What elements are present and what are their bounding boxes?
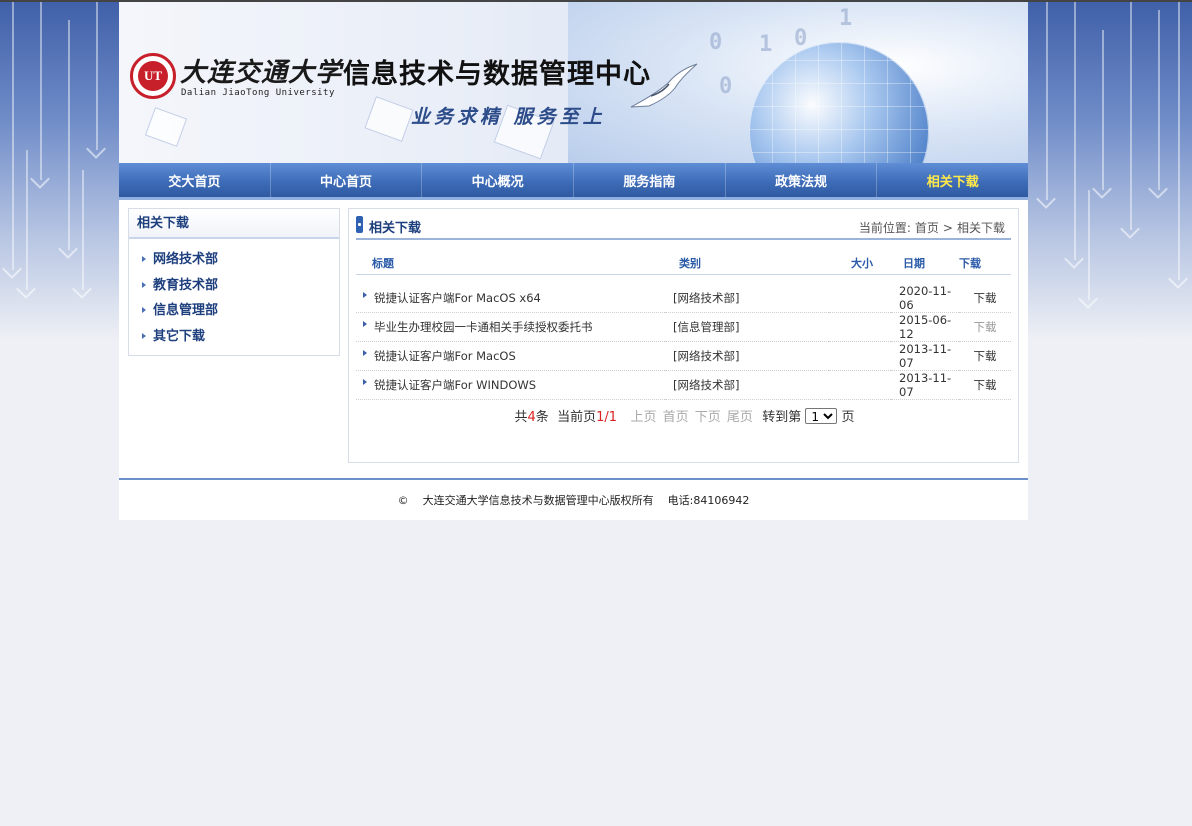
column-header-download: 下载 xyxy=(959,252,1011,275)
row-download-link[interactable]: 下载 xyxy=(974,291,997,305)
footer-phone: 电话:84106942 xyxy=(667,494,750,507)
table-row: 锐捷认证客户端For MacOS [网络技术部] 2013-11-07 下载 xyxy=(356,341,1011,371)
sidebar-item-edu-tech[interactable]: 教育技术部 xyxy=(139,275,339,301)
footer: © 大连交通大学信息技术与数据管理中心版权所有 电话:84106942 xyxy=(119,478,1028,520)
site-title: 信息技术与数据管理中心 xyxy=(343,59,651,90)
breadcrumb-home-link[interactable]: 首页 xyxy=(915,221,939,235)
column-header-size: 大小 xyxy=(829,252,891,275)
breadcrumb-prefix: 当前位置: xyxy=(858,221,911,235)
sidebar-item-other-downloads[interactable]: 其它下载 xyxy=(139,326,339,352)
breadcrumb-separator: > xyxy=(942,221,953,235)
row-date: 2020-11-06 xyxy=(891,284,959,313)
nav-item-service-guide[interactable]: 服务指南 xyxy=(574,163,726,197)
pager-total-prefix: 共 xyxy=(514,410,528,425)
decorative-arrows-right xyxy=(1028,0,1192,330)
content-area: 相关下载 网络技术部 教育技术部 信息管理部 其它下载 相关下载 当前位置: 首页… xyxy=(119,200,1028,478)
pagination: 共4条 当前页1/1 上页 首页 下页 尾页 转到第 1 页 xyxy=(349,406,1020,425)
page-container: 0 1 0 0 1 UT 大连交通大学 Dalian JiaoTong Univ… xyxy=(119,2,1028,520)
row-title-link[interactable]: 锐捷认证客户端For MacOS xyxy=(356,341,665,371)
row-download-link[interactable]: 下载 xyxy=(974,320,997,334)
pager-goto-select[interactable]: 1 xyxy=(805,408,838,424)
university-name-cn: 大连交通大学 xyxy=(180,58,343,88)
nav-item-center-home[interactable]: 中心首页 xyxy=(271,163,423,197)
table-row: 锐捷认证客户端For MacOS x64 [网络技术部] 2020-11-06 … xyxy=(356,284,1011,313)
sidebar-list: 网络技术部 教育技术部 信息管理部 其它下载 xyxy=(129,239,339,351)
row-category: [信息管理部] xyxy=(665,312,829,342)
row-title-link[interactable]: 毕业生办理校园一卡通相关手续授权委托书 xyxy=(356,312,665,342)
nav-item-university-home[interactable]: 交大首页 xyxy=(119,163,271,197)
download-table: 标题 类别 大小 日期 下载 锐捷认证客户端For MacOS x64 [网络技… xyxy=(356,252,1011,400)
row-size xyxy=(829,284,891,313)
sidebar-item-info-mgmt[interactable]: 信息管理部 xyxy=(139,300,339,326)
site-slogan: 业务求精 服务至上 xyxy=(411,106,606,128)
row-date: 2013-11-07 xyxy=(891,341,959,371)
pager-next-link[interactable]: 下页 xyxy=(695,410,721,425)
row-download-link[interactable]: 下载 xyxy=(974,378,997,392)
main-title: 相关下载 xyxy=(369,221,422,236)
row-title-link[interactable]: 锐捷认证客户端For MacOS x64 xyxy=(356,284,665,313)
footer-copyright-symbol: © xyxy=(397,493,409,507)
main-panel: 相关下载 当前位置: 首页 > 相关下载 标题 类别 大小 日期 下载 锐捷认证… xyxy=(348,208,1019,463)
pager-goto-suffix: 页 xyxy=(841,410,855,425)
column-header-date: 日期 xyxy=(891,252,959,275)
row-date: 2015-06-12 xyxy=(891,312,959,342)
row-category: [网络技术部] xyxy=(665,370,829,400)
pager-total-count: 4 xyxy=(527,410,536,425)
university-name-en: Dalian JiaoTong University xyxy=(181,88,335,98)
nav-item-overview[interactable]: 中心概况 xyxy=(422,163,575,197)
row-category: [网络技术部] xyxy=(665,284,829,313)
table-row: 锐捷认证客户端For WINDOWS [网络技术部] 2013-11-07 下载 xyxy=(356,370,1011,400)
nav-item-policies[interactable]: 政策法规 xyxy=(726,163,878,197)
pager-total-suffix: 条 xyxy=(535,410,549,425)
pager-goto-prefix: 转到第 xyxy=(762,410,802,425)
seagull-image xyxy=(630,63,698,108)
column-header-title: 标题 xyxy=(356,252,665,275)
row-category: [网络技术部] xyxy=(665,341,829,371)
decorative-arrows-left xyxy=(0,0,119,330)
table-row: 毕业生办理校园一卡通相关手续授权委托书 [信息管理部] 2015-06-12 下… xyxy=(356,312,1011,342)
university-seal-logo: UT xyxy=(130,53,176,99)
section-marker-icon xyxy=(356,216,363,233)
sidebar-item-network-tech[interactable]: 网络技术部 xyxy=(139,249,339,275)
pager-prev-link[interactable]: 上页 xyxy=(630,410,656,425)
row-title-link[interactable]: 锐捷认证客户端For WINDOWS xyxy=(356,370,665,400)
row-size xyxy=(829,312,891,342)
row-size xyxy=(829,370,891,400)
row-date: 2013-11-07 xyxy=(891,370,959,400)
pager-first-link[interactable]: 首页 xyxy=(663,410,689,425)
row-size xyxy=(829,341,891,371)
pager-current-prefix: 当前页 xyxy=(557,410,597,425)
table-header-row: 标题 类别 大小 日期 下载 xyxy=(356,252,1011,275)
main-header: 相关下载 当前位置: 首页 > 相关下载 xyxy=(356,214,1011,240)
sidebar: 相关下载 网络技术部 教育技术部 信息管理部 其它下载 xyxy=(128,208,340,356)
header-banner: 0 1 0 0 1 UT 大连交通大学 Dalian JiaoTong Univ… xyxy=(119,2,1028,163)
breadcrumb: 当前位置: 首页 > 相关下载 xyxy=(857,219,1007,236)
main-nav: 交大首页 中心首页 中心概况 服务指南 政策法规 相关下载 xyxy=(119,163,1028,200)
row-download-link[interactable]: 下载 xyxy=(974,349,997,363)
breadcrumb-current[interactable]: 相关下载 xyxy=(957,221,1005,235)
pager-total-pages: 1 xyxy=(608,410,618,425)
nav-item-downloads[interactable]: 相关下载 xyxy=(877,163,1028,197)
footer-owner: 大连交通大学信息技术与数据管理中心版权所有 xyxy=(422,494,654,507)
column-header-category: 类别 xyxy=(665,252,829,275)
pager-last-link[interactable]: 尾页 xyxy=(727,410,753,425)
sidebar-title: 相关下载 xyxy=(129,209,339,239)
